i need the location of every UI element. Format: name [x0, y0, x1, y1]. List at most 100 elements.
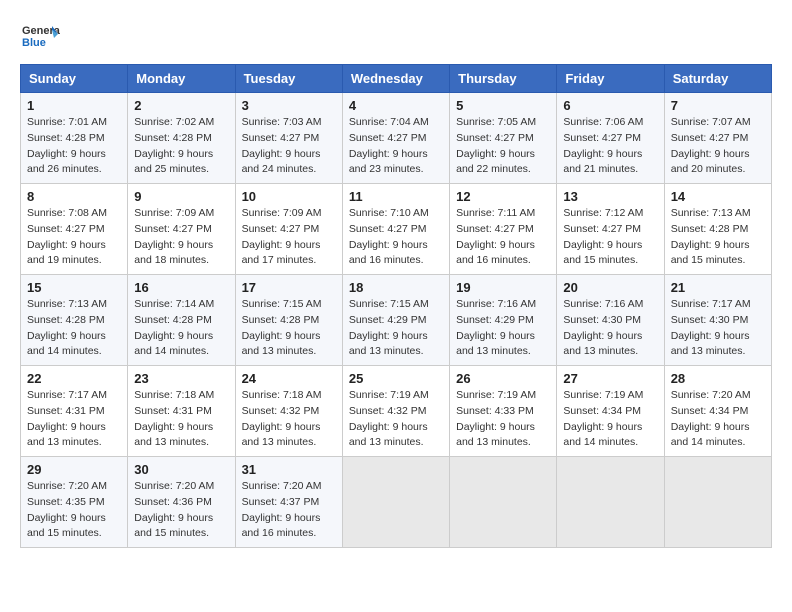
day-number: 4: [349, 98, 443, 113]
day-info: Sunrise: 7:19 AMSunset: 4:32 PMDaylight:…: [349, 389, 429, 448]
day-info: Sunrise: 7:02 AMSunset: 4:28 PMDaylight:…: [134, 116, 214, 175]
day-info: Sunrise: 7:09 AMSunset: 4:27 PMDaylight:…: [134, 207, 214, 266]
calendar-cell: [664, 457, 771, 548]
calendar-cell: 30 Sunrise: 7:20 AMSunset: 4:36 PMDaylig…: [128, 457, 235, 548]
day-info: Sunrise: 7:13 AMSunset: 4:28 PMDaylight:…: [671, 207, 751, 266]
calendar-cell: 14 Sunrise: 7:13 AMSunset: 4:28 PMDaylig…: [664, 184, 771, 275]
calendar-cell: 4 Sunrise: 7:04 AMSunset: 4:27 PMDayligh…: [342, 93, 449, 184]
day-info: Sunrise: 7:19 AMSunset: 4:34 PMDaylight:…: [563, 389, 643, 448]
day-number: 10: [242, 189, 336, 204]
day-number: 31: [242, 462, 336, 477]
calendar-cell: 6 Sunrise: 7:06 AMSunset: 4:27 PMDayligh…: [557, 93, 664, 184]
day-info: Sunrise: 7:16 AMSunset: 4:29 PMDaylight:…: [456, 298, 536, 357]
day-info: Sunrise: 7:16 AMSunset: 4:30 PMDaylight:…: [563, 298, 643, 357]
calendar-cell: 9 Sunrise: 7:09 AMSunset: 4:27 PMDayligh…: [128, 184, 235, 275]
days-header-row: SundayMondayTuesdayWednesdayThursdayFrid…: [21, 65, 772, 93]
day-info: Sunrise: 7:10 AMSunset: 4:27 PMDaylight:…: [349, 207, 429, 266]
calendar-cell: 12 Sunrise: 7:11 AMSunset: 4:27 PMDaylig…: [450, 184, 557, 275]
day-header-saturday: Saturday: [664, 65, 771, 93]
day-info: Sunrise: 7:06 AMSunset: 4:27 PMDaylight:…: [563, 116, 643, 175]
day-info: Sunrise: 7:20 AMSunset: 4:36 PMDaylight:…: [134, 480, 214, 539]
calendar-cell: 1 Sunrise: 7:01 AMSunset: 4:28 PMDayligh…: [21, 93, 128, 184]
day-header-friday: Friday: [557, 65, 664, 93]
day-number: 16: [134, 280, 228, 295]
week-row-2: 8 Sunrise: 7:08 AMSunset: 4:27 PMDayligh…: [21, 184, 772, 275]
day-info: Sunrise: 7:01 AMSunset: 4:28 PMDaylight:…: [27, 116, 107, 175]
day-header-thursday: Thursday: [450, 65, 557, 93]
day-number: 22: [27, 371, 121, 386]
day-number: 27: [563, 371, 657, 386]
week-row-4: 22 Sunrise: 7:17 AMSunset: 4:31 PMDaylig…: [21, 366, 772, 457]
day-number: 7: [671, 98, 765, 113]
day-info: Sunrise: 7:18 AMSunset: 4:31 PMDaylight:…: [134, 389, 214, 448]
day-info: Sunrise: 7:03 AMSunset: 4:27 PMDaylight:…: [242, 116, 322, 175]
logo: General Blue: [20, 16, 64, 56]
day-info: Sunrise: 7:20 AMSunset: 4:37 PMDaylight:…: [242, 480, 322, 539]
day-header-wednesday: Wednesday: [342, 65, 449, 93]
day-info: Sunrise: 7:11 AMSunset: 4:27 PMDaylight:…: [456, 207, 535, 266]
calendar-cell: [450, 457, 557, 548]
calendar-cell: [557, 457, 664, 548]
day-info: Sunrise: 7:15 AMSunset: 4:28 PMDaylight:…: [242, 298, 322, 357]
day-header-monday: Monday: [128, 65, 235, 93]
day-number: 3: [242, 98, 336, 113]
day-info: Sunrise: 7:19 AMSunset: 4:33 PMDaylight:…: [456, 389, 536, 448]
calendar-cell: 5 Sunrise: 7:05 AMSunset: 4:27 PMDayligh…: [450, 93, 557, 184]
day-info: Sunrise: 7:12 AMSunset: 4:27 PMDaylight:…: [563, 207, 643, 266]
week-row-1: 1 Sunrise: 7:01 AMSunset: 4:28 PMDayligh…: [21, 93, 772, 184]
day-number: 6: [563, 98, 657, 113]
calendar-cell: 11 Sunrise: 7:10 AMSunset: 4:27 PMDaylig…: [342, 184, 449, 275]
calendar-cell: 21 Sunrise: 7:17 AMSunset: 4:30 PMDaylig…: [664, 275, 771, 366]
calendar-cell: 13 Sunrise: 7:12 AMSunset: 4:27 PMDaylig…: [557, 184, 664, 275]
day-info: Sunrise: 7:20 AMSunset: 4:35 PMDaylight:…: [27, 480, 107, 539]
calendar-cell: 7 Sunrise: 7:07 AMSunset: 4:27 PMDayligh…: [664, 93, 771, 184]
calendar-cell: 16 Sunrise: 7:14 AMSunset: 4:28 PMDaylig…: [128, 275, 235, 366]
day-number: 28: [671, 371, 765, 386]
calendar-cell: [342, 457, 449, 548]
day-number: 23: [134, 371, 228, 386]
day-number: 30: [134, 462, 228, 477]
calendar-cell: 10 Sunrise: 7:09 AMSunset: 4:27 PMDaylig…: [235, 184, 342, 275]
day-number: 9: [134, 189, 228, 204]
day-number: 19: [456, 280, 550, 295]
calendar-cell: 31 Sunrise: 7:20 AMSunset: 4:37 PMDaylig…: [235, 457, 342, 548]
logo-icon: General Blue: [20, 16, 60, 56]
day-number: 11: [349, 189, 443, 204]
week-row-5: 29 Sunrise: 7:20 AMSunset: 4:35 PMDaylig…: [21, 457, 772, 548]
day-info: Sunrise: 7:08 AMSunset: 4:27 PMDaylight:…: [27, 207, 107, 266]
calendar-cell: 15 Sunrise: 7:13 AMSunset: 4:28 PMDaylig…: [21, 275, 128, 366]
day-number: 21: [671, 280, 765, 295]
svg-text:Blue: Blue: [22, 37, 46, 49]
calendar-cell: 20 Sunrise: 7:16 AMSunset: 4:30 PMDaylig…: [557, 275, 664, 366]
calendar-cell: 3 Sunrise: 7:03 AMSunset: 4:27 PMDayligh…: [235, 93, 342, 184]
calendar-cell: 8 Sunrise: 7:08 AMSunset: 4:27 PMDayligh…: [21, 184, 128, 275]
day-number: 15: [27, 280, 121, 295]
day-info: Sunrise: 7:17 AMSunset: 4:31 PMDaylight:…: [27, 389, 107, 448]
day-number: 17: [242, 280, 336, 295]
day-number: 12: [456, 189, 550, 204]
day-number: 14: [671, 189, 765, 204]
calendar-table: SundayMondayTuesdayWednesdayThursdayFrid…: [20, 64, 772, 548]
day-info: Sunrise: 7:13 AMSunset: 4:28 PMDaylight:…: [27, 298, 107, 357]
calendar-cell: 25 Sunrise: 7:19 AMSunset: 4:32 PMDaylig…: [342, 366, 449, 457]
day-number: 26: [456, 371, 550, 386]
day-info: Sunrise: 7:20 AMSunset: 4:34 PMDaylight:…: [671, 389, 751, 448]
day-info: Sunrise: 7:05 AMSunset: 4:27 PMDaylight:…: [456, 116, 536, 175]
day-number: 1: [27, 98, 121, 113]
calendar-cell: 26 Sunrise: 7:19 AMSunset: 4:33 PMDaylig…: [450, 366, 557, 457]
day-number: 25: [349, 371, 443, 386]
day-info: Sunrise: 7:04 AMSunset: 4:27 PMDaylight:…: [349, 116, 429, 175]
day-number: 8: [27, 189, 121, 204]
day-number: 18: [349, 280, 443, 295]
calendar-cell: 2 Sunrise: 7:02 AMSunset: 4:28 PMDayligh…: [128, 93, 235, 184]
day-info: Sunrise: 7:09 AMSunset: 4:27 PMDaylight:…: [242, 207, 322, 266]
day-header-sunday: Sunday: [21, 65, 128, 93]
calendar-cell: 28 Sunrise: 7:20 AMSunset: 4:34 PMDaylig…: [664, 366, 771, 457]
day-number: 13: [563, 189, 657, 204]
day-info: Sunrise: 7:18 AMSunset: 4:32 PMDaylight:…: [242, 389, 322, 448]
day-header-tuesday: Tuesday: [235, 65, 342, 93]
header: General Blue: [20, 16, 772, 56]
day-info: Sunrise: 7:14 AMSunset: 4:28 PMDaylight:…: [134, 298, 214, 357]
calendar-cell: 19 Sunrise: 7:16 AMSunset: 4:29 PMDaylig…: [450, 275, 557, 366]
calendar-cell: 17 Sunrise: 7:15 AMSunset: 4:28 PMDaylig…: [235, 275, 342, 366]
